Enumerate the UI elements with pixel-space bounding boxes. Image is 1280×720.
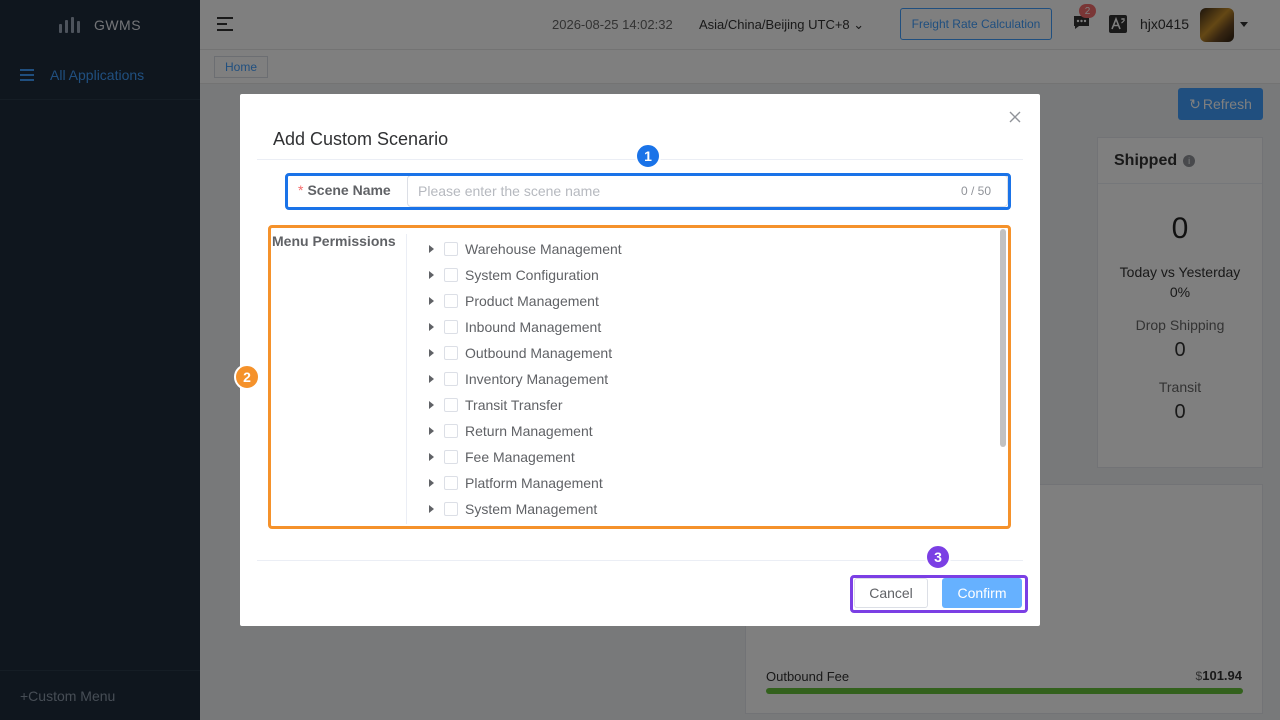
caret-right-icon[interactable] — [429, 297, 434, 305]
caret-right-icon[interactable] — [429, 245, 434, 253]
scene-name-label: * Scene Name — [298, 182, 391, 198]
permission-tree-item[interactable]: System Management — [425, 496, 1000, 522]
caret-right-icon[interactable] — [429, 271, 434, 279]
permission-checkbox[interactable] — [444, 346, 458, 360]
permission-label: System Management — [465, 501, 598, 517]
char-count: 0 / 50 — [961, 184, 992, 198]
permission-tree-item[interactable]: Inbound Management — [425, 314, 1000, 340]
permission-label: Transit Transfer — [465, 397, 563, 413]
permission-checkbox[interactable] — [444, 476, 458, 490]
permission-tree-item[interactable]: Inventory Management — [425, 366, 1000, 392]
scene-name-input[interactable] — [407, 175, 1008, 207]
permission-tree-item[interactable]: System Configuration — [425, 262, 1000, 288]
permission-tree-item[interactable]: Warehouse Management — [425, 236, 1000, 262]
caret-right-icon[interactable] — [429, 479, 434, 487]
permission-label: Product Management — [465, 293, 599, 309]
permission-label: Inbound Management — [465, 319, 602, 335]
caret-right-icon[interactable] — [429, 505, 434, 513]
permission-checkbox[interactable] — [444, 502, 458, 516]
step-marker-3: 3 — [925, 544, 951, 570]
permission-label: Inventory Management — [465, 371, 609, 387]
caret-right-icon[interactable] — [429, 375, 434, 383]
permission-tree-item[interactable]: Fee Management — [425, 444, 1000, 470]
close-icon[interactable] — [1008, 110, 1022, 124]
step-marker-2: 2 — [234, 364, 260, 390]
permission-checkbox[interactable] — [444, 268, 458, 282]
step-marker-1: 1 — [635, 143, 661, 169]
dialog-title: Add Custom Scenario — [273, 129, 449, 149]
footer-divider — [257, 560, 1023, 561]
permission-checkbox[interactable] — [444, 294, 458, 308]
caret-right-icon[interactable] — [429, 427, 434, 435]
permission-tree-item[interactable]: Outbound Management — [425, 340, 1000, 366]
permission-label: Fee Management — [465, 449, 575, 465]
permission-checkbox[interactable] — [444, 450, 458, 464]
menu-permissions-label: Menu Permissions — [272, 233, 396, 249]
permissions-divider — [406, 234, 407, 524]
permission-checkbox[interactable] — [444, 424, 458, 438]
permission-label: Platform Management — [465, 475, 603, 491]
caret-right-icon[interactable] — [429, 323, 434, 331]
caret-right-icon[interactable] — [429, 453, 434, 461]
permission-label: Outbound Management — [465, 345, 613, 361]
permission-checkbox[interactable] — [444, 242, 458, 256]
permission-checkbox[interactable] — [444, 372, 458, 386]
permission-label: Warehouse Management — [465, 241, 622, 257]
caret-right-icon[interactable] — [429, 401, 434, 409]
cancel-button[interactable]: Cancel — [854, 578, 928, 608]
permissions-tree: Warehouse Management System Configuration… — [425, 236, 1000, 522]
permission-label: System Configuration — [465, 267, 599, 283]
permission-tree-item[interactable]: Product Management — [425, 288, 1000, 314]
scrollbar[interactable] — [1000, 229, 1006, 447]
permission-label: Return Management — [465, 423, 593, 439]
permission-checkbox[interactable] — [444, 398, 458, 412]
add-custom-scenario-dialog: Add Custom Scenario *Scene Name 0 / 50 M… — [240, 94, 1040, 626]
permission-tree-item[interactable]: Transit Transfer — [425, 392, 1000, 418]
confirm-button[interactable]: Confirm — [942, 578, 1022, 608]
permission-checkbox[interactable] — [444, 320, 458, 334]
permission-tree-item[interactable]: Return Management — [425, 418, 1000, 444]
permission-tree-item[interactable]: Platform Management — [425, 470, 1000, 496]
caret-right-icon[interactable] — [429, 349, 434, 357]
